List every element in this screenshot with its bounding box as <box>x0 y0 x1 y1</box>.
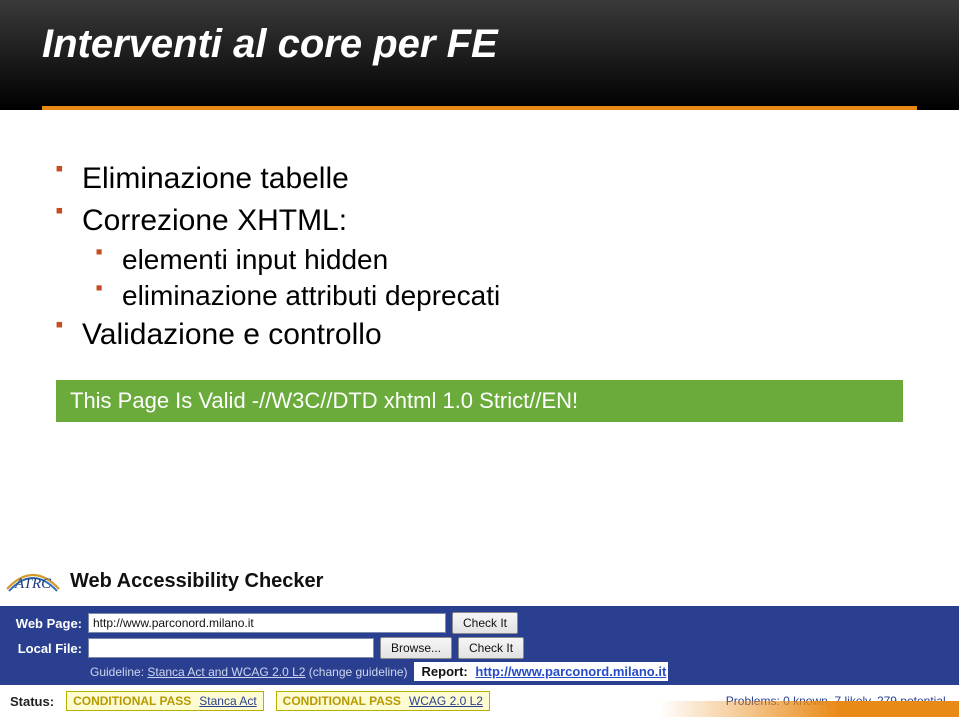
pass-box-stanca: CONDITIONAL PASS Stanca Act <box>66 691 264 711</box>
bullet-2b: eliminazione attributi deprecati <box>96 278 903 314</box>
atrc-logo: ATRC <box>4 562 62 600</box>
pass-sub-1[interactable]: Stanca Act <box>199 694 256 708</box>
pass-sub-2[interactable]: WCAG 2.0 L2 <box>409 694 483 708</box>
bullet-3: Validazione e controllo <box>56 314 903 356</box>
guideline-text-row: Guideline: Stanca Act and WCAG 2.0 L2 (c… <box>10 665 408 679</box>
checker-title: Web Accessibility Checker <box>70 570 323 593</box>
checker-form: Web Page: Check It Local File: Browse...… <box>0 606 959 685</box>
web-page-row: Web Page: Check It <box>10 612 949 634</box>
validation-banner: This Page Is Valid -//W3C//DTD xhtml 1.0… <box>56 380 903 422</box>
checker-header: ATRC Web Accessibility Checker <box>0 556 959 606</box>
slide: Interventi al core per FE Eliminazione t… <box>0 0 959 717</box>
change-guideline-text: (change guideline) <box>305 665 407 679</box>
pass-text-2: CONDITIONAL PASS <box>283 694 401 708</box>
report-label: Report: <box>418 662 476 681</box>
bottom-accent <box>659 701 959 717</box>
guideline-prefix: Guideline: <box>90 665 147 679</box>
accessibility-checker-panel: ATRC Web Accessibility Checker Web Page:… <box>0 556 959 717</box>
web-page-input[interactable] <box>88 613 446 633</box>
svg-text:ATRC: ATRC <box>14 576 52 592</box>
title-underline <box>42 106 917 110</box>
report-link[interactable]: http://www.parconord.milano.it <box>475 664 666 679</box>
guideline-link[interactable]: Stanca Act and WCAG 2.0 L2 <box>147 665 305 679</box>
pass-box-wcag: CONDITIONAL PASS WCAG 2.0 L2 <box>276 691 490 711</box>
web-page-label: Web Page: <box>10 616 82 631</box>
local-file-input[interactable] <box>88 638 374 658</box>
slide-content: Eliminazione tabelle Correzione XHTML: e… <box>0 110 959 356</box>
check-it-button-2[interactable]: Check It <box>458 637 524 659</box>
local-file-row: Local File: Browse... Check It <box>10 637 949 659</box>
check-it-button-1[interactable]: Check It <box>452 612 518 634</box>
bullet-2: Correzione XHTML: <box>56 200 903 242</box>
status-label: Status: <box>10 694 54 709</box>
pass-text-1: CONDITIONAL PASS <box>73 694 191 708</box>
title-band: Interventi al core per FE <box>0 0 959 110</box>
bullet-1: Eliminazione tabelle <box>56 158 903 200</box>
bullet-2a: elementi input hidden <box>96 242 903 278</box>
browse-button[interactable]: Browse... <box>380 637 452 659</box>
slide-title: Interventi al core per FE <box>42 22 917 67</box>
local-file-label: Local File: <box>10 641 82 656</box>
